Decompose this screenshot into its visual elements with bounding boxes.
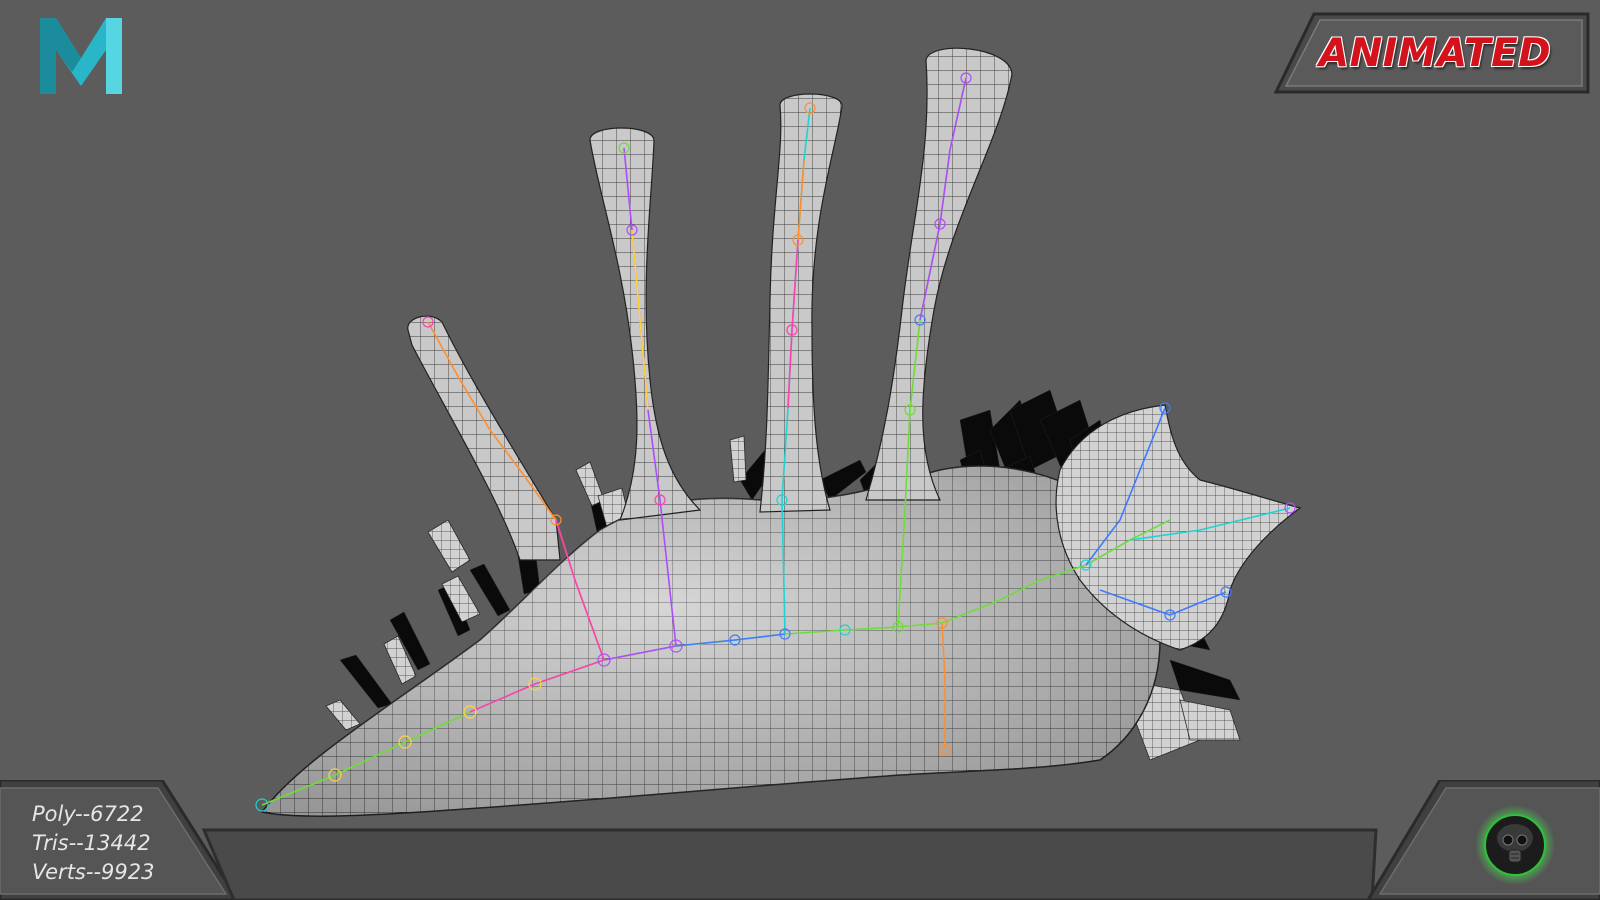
creature-model[interactable] bbox=[255, 47, 1302, 817]
verts-count: Verts--9923 bbox=[32, 860, 155, 884]
stalk-3[interactable] bbox=[759, 93, 843, 513]
animated-badge-label: ANIMATED bbox=[1318, 31, 1552, 76]
gas-mask-glow-icon bbox=[1475, 805, 1555, 885]
mesh-stats-panel: Poly--6722 Tris--13442 Verts--9923 bbox=[32, 800, 212, 887]
poly-count: Poly--6722 bbox=[32, 802, 144, 826]
tris-count: Tris--13442 bbox=[32, 831, 151, 855]
stalk-1[interactable] bbox=[407, 315, 561, 561]
maya-m-logo-icon bbox=[40, 18, 122, 94]
bottom-frame bbox=[0, 780, 1600, 900]
stalk-2[interactable] bbox=[589, 127, 702, 521]
maya-viewport[interactable] bbox=[0, 0, 1600, 900]
